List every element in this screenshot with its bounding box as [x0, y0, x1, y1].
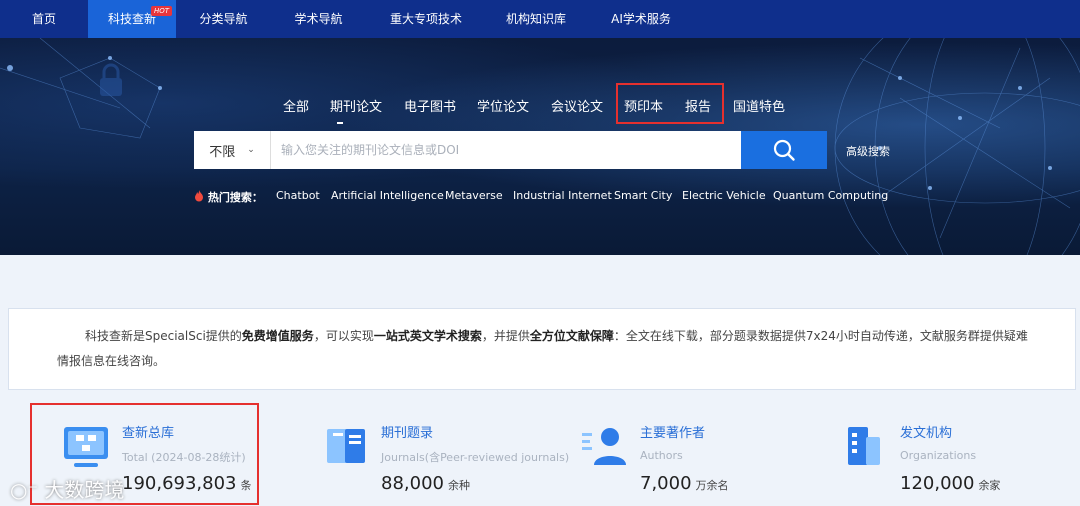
search-input[interactable]	[271, 131, 741, 169]
stat-number: 88,000 余种	[381, 473, 470, 494]
hot-term-smart-city[interactable]: Smart City	[614, 189, 672, 202]
book-icon	[327, 429, 365, 463]
hot-term-chatbot[interactable]: Chatbot	[276, 189, 320, 202]
nav-item-category[interactable]: 分类导航	[176, 0, 271, 38]
author-icon	[582, 428, 626, 465]
chevron-down-icon: ⌄	[247, 145, 255, 155]
hot-term-metaverse[interactable]: Metaverse	[445, 189, 503, 202]
nav-item-major-tech[interactable]: 重大专项技术	[366, 0, 486, 38]
watermark-logo-icon: ○⁻	[10, 478, 39, 502]
service-description-card: 科技查新是SpecialSci提供的免费增值服务，可以实现一站式英文学术搜索，并…	[8, 308, 1076, 390]
stat-title: 发文机构	[900, 426, 953, 441]
tab-ebook[interactable]: 电子图书	[404, 96, 456, 115]
tab-thesis[interactable]: 学位论文	[477, 96, 529, 115]
advanced-search-link[interactable]: 高级搜索	[846, 143, 890, 159]
hot-search-label-text: 热门搜索：	[207, 191, 263, 204]
tab-conference[interactable]: 会议论文	[551, 96, 603, 115]
stat-subtitle: Organizations	[900, 449, 977, 462]
tab-journal[interactable]: 期刊论文	[330, 96, 382, 115]
tab-national-special[interactable]: 国道特色	[733, 96, 785, 115]
stat-journals: 期刊题录 Journals(含Peer-reviewed journals) 8…	[323, 415, 569, 501]
hot-term-quantum[interactable]: Quantum Computing	[773, 189, 888, 202]
stat-title: 主要著作者	[640, 426, 706, 441]
nav-item-ai-service[interactable]: AI学术服务	[586, 0, 696, 38]
hot-badge: HOT	[150, 6, 172, 16]
fire-icon	[195, 190, 203, 202]
active-tab-indicator	[337, 122, 343, 124]
tab-all[interactable]: 全部	[283, 96, 309, 115]
stat-number: 7,000 万余名	[640, 473, 729, 494]
stat-subtitle: Authors	[640, 449, 683, 462]
nav-item-home[interactable]: 首页	[0, 0, 88, 38]
highlight-box-preprint-report	[616, 83, 724, 124]
database-icon	[64, 427, 108, 467]
building-icon	[848, 427, 880, 465]
stat-title: 期刊题录	[381, 426, 434, 441]
watermark: ○⁻ 大数跨境	[10, 474, 124, 503]
search-scope-value: 不限	[209, 144, 236, 160]
stat-number: 190,693,803 条	[122, 473, 252, 494]
nav-item-sci-novelty[interactable]: 科技查新 HOT	[88, 0, 176, 38]
stat-subtitle: Total (2024-08-28统计)	[122, 451, 246, 464]
search-button[interactable]	[741, 131, 827, 169]
watermark-text: 大数跨境	[44, 478, 125, 502]
top-nav: 首页 科技查新 HOT 分类导航 学术导航 重大专项技术 机构知识库 AI学术服…	[0, 0, 1080, 38]
hot-term-electric-vehicle[interactable]: Electric Vehicle	[682, 189, 766, 202]
nav-item-repository[interactable]: 机构知识库	[486, 0, 586, 38]
nav-item-academic[interactable]: 学术导航	[271, 0, 366, 38]
hot-search-label: 热门搜索：	[194, 189, 263, 205]
hot-term-industrial-internet[interactable]: Industrial Internet	[513, 189, 612, 202]
service-description: 科技查新是SpecialSci提供的免费增值服务，可以实现一站式英文学术搜索，并…	[57, 329, 1028, 368]
search-scope-select[interactable]: 不限 ⌄	[194, 131, 271, 169]
stat-authors: 主要著作者 Authors 7,000 万余名	[582, 415, 822, 501]
nav-item-label: 科技查新	[107, 12, 156, 26]
search-bar: 不限 ⌄	[194, 131, 827, 169]
stat-organizations: 发文机构 Organizations 120,000 余家	[842, 415, 1080, 501]
hot-term-ai[interactable]: Artificial Intelligence	[331, 189, 444, 202]
stat-title: 查新总库	[122, 426, 175, 441]
stat-number: 120,000 余家	[900, 473, 1001, 494]
stat-subtitle: Journals(含Peer-reviewed journals)	[381, 451, 570, 464]
search-icon	[773, 139, 795, 161]
